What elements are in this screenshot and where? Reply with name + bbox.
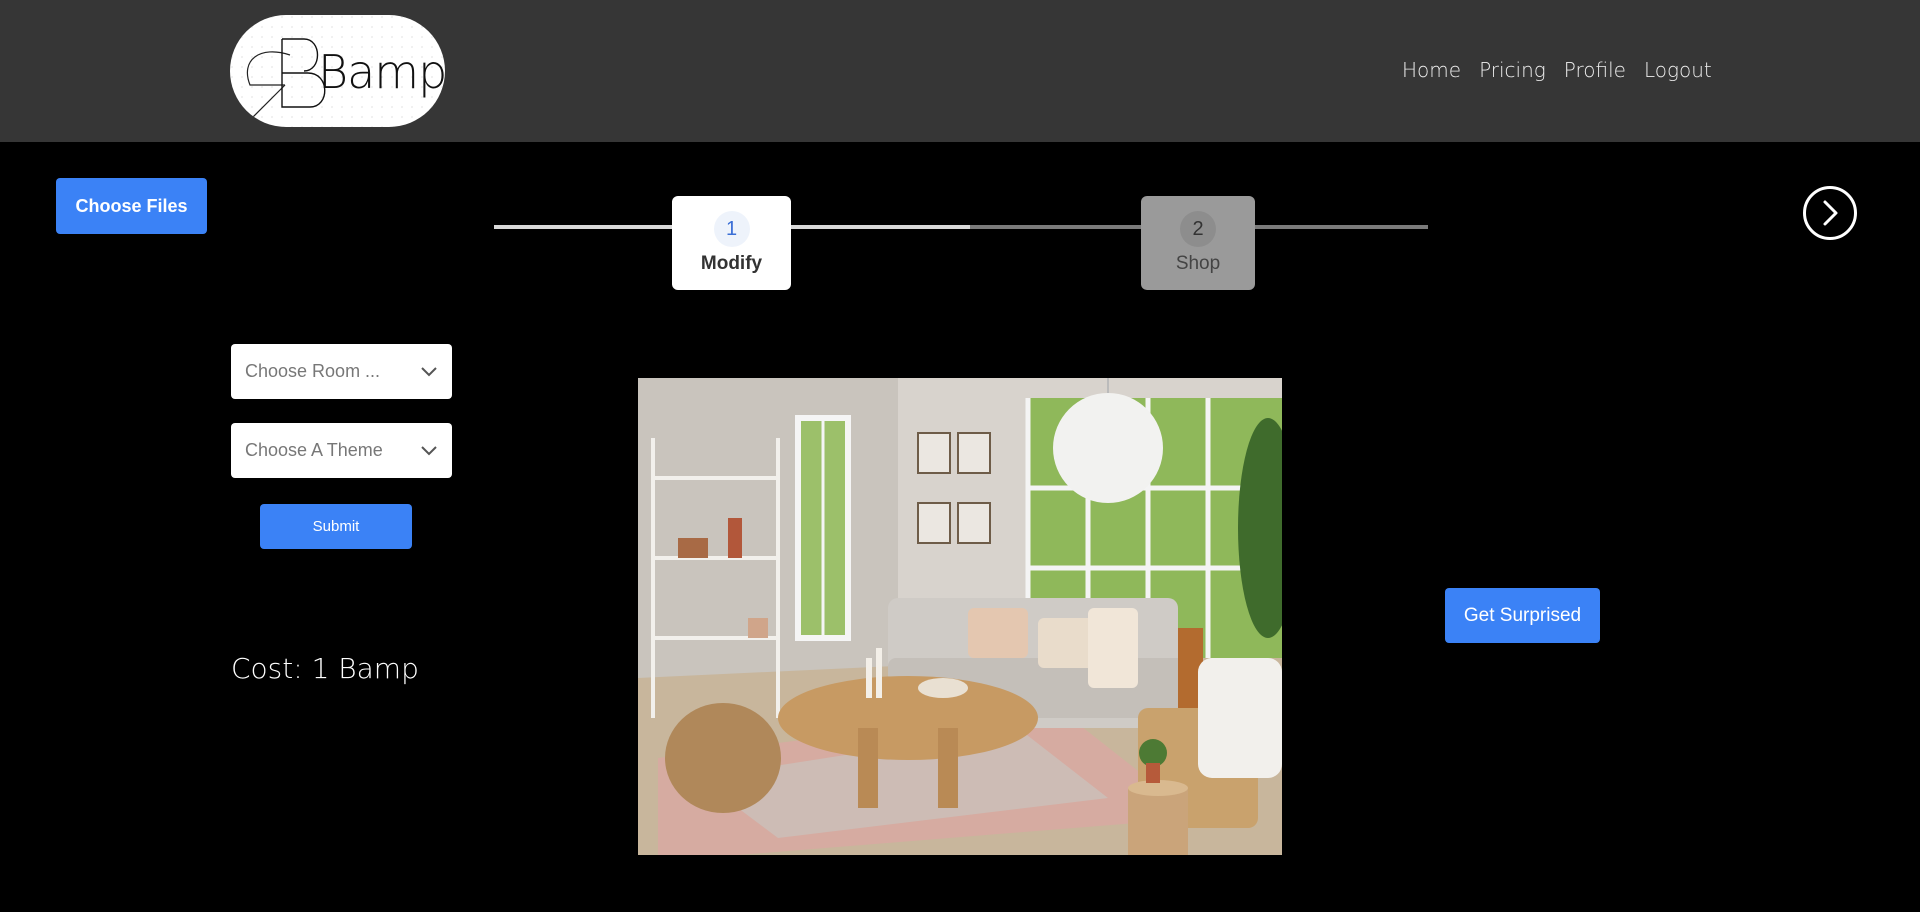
logo-text: Bamp — [318, 45, 445, 99]
top-navigation-bar: Bamp Home Pricing Profile Logout — [0, 0, 1920, 142]
room-photo — [638, 378, 1282, 855]
living-room-illustration — [638, 378, 1282, 855]
step-shop[interactable]: 2 Shop — [1141, 196, 1255, 290]
theme-select[interactable]: Choose A Theme — [231, 423, 452, 478]
chevron-right-icon — [1823, 200, 1838, 226]
bamp-logo[interactable]: Bamp — [230, 15, 445, 127]
chevron-down-icon — [421, 445, 437, 455]
step-modify[interactable]: 1 Modify — [672, 196, 791, 290]
cost-label: Cost: 1 Bamp — [231, 652, 419, 685]
nav-pricing-link[interactable]: Pricing — [1479, 58, 1546, 82]
step-label: Shop — [1175, 253, 1221, 274]
nav-logout-link[interactable]: Logout — [1644, 58, 1712, 82]
theme-select-placeholder: Choose A Theme — [245, 440, 383, 460]
main-nav: Home Pricing Profile Logout — [1402, 58, 1712, 82]
step-number: 1 — [713, 211, 750, 247]
get-surprised-button[interactable]: Get Surprised — [1445, 588, 1600, 643]
room-select[interactable]: Choose Room ... — [231, 344, 452, 399]
step-number: 2 — [1180, 211, 1216, 247]
nav-profile-link[interactable]: Profile — [1564, 58, 1626, 82]
step-label: Modify — [700, 253, 763, 274]
choose-files-button[interactable]: Choose Files — [56, 178, 207, 234]
chevron-down-icon — [421, 366, 437, 376]
next-step-button[interactable] — [1803, 186, 1857, 240]
submit-button[interactable]: Submit — [260, 504, 412, 549]
room-select-placeholder: Choose Room ... — [245, 361, 381, 381]
nav-home-link[interactable]: Home — [1402, 58, 1461, 82]
